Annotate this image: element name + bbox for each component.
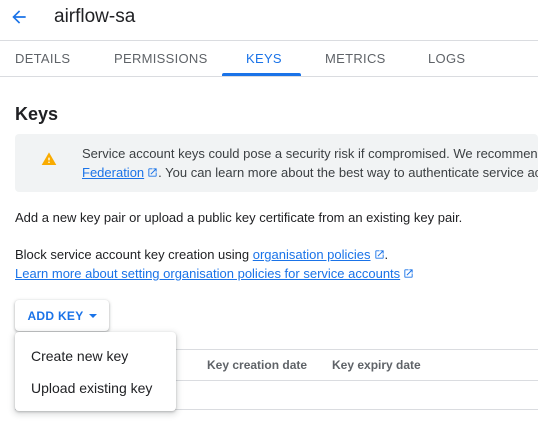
- active-tab-indicator: [222, 73, 301, 76]
- page-title: airflow-sa: [54, 6, 136, 27]
- add-key-menu: Create new key Upload existing key: [15, 332, 176, 411]
- add-key-label: ADD KEY: [27, 308, 84, 323]
- column-header-key-creation-date[interactable]: Key creation date: [207, 358, 307, 372]
- arrow-back-icon: [12, 10, 26, 24]
- warning-text-line2: Federation . You can learn more about the…: [82, 165, 538, 180]
- dropdown-arrow-icon: [88, 313, 97, 318]
- menu-item-upload-existing-key[interactable]: Upload existing key: [15, 372, 176, 404]
- column-header-key-expiry-date[interactable]: Key expiry date: [332, 358, 421, 372]
- organisation-policies-link[interactable]: organisation policies: [253, 247, 371, 262]
- learn-more-link[interactable]: Learn more about setting organisation po…: [15, 266, 400, 281]
- tab-keys[interactable]: KEYS: [246, 41, 282, 77]
- warning-text-line2-rest: . You can learn more about the best way …: [158, 165, 538, 180]
- tab-details[interactable]: DETAILS: [15, 41, 70, 77]
- add-key-button[interactable]: ADD KEY: [15, 300, 109, 331]
- tab-metrics[interactable]: METRICS: [325, 41, 386, 77]
- policy-prefix: Block service account key creation using: [15, 247, 253, 262]
- back-button[interactable]: [8, 6, 30, 28]
- external-link-icon: [374, 250, 384, 259]
- federation-link[interactable]: Federation: [82, 165, 144, 180]
- menu-item-create-new-key[interactable]: Create new key: [15, 340, 176, 372]
- policy-suffix: .: [384, 247, 389, 262]
- learn-more-line: Learn more about setting organisation po…: [15, 266, 414, 281]
- intro-text: Add a new key pair or upload a public ke…: [15, 210, 463, 225]
- tab-permissions[interactable]: PERMISSIONS: [114, 41, 208, 77]
- policy-text: Block service account key creation using…: [15, 247, 388, 262]
- warning-icon: [41, 152, 57, 165]
- warning-text-line1: Service account keys could pose a securi…: [82, 146, 538, 161]
- tabs-divider: [0, 76, 538, 77]
- warning-banner: [15, 134, 538, 192]
- external-link-icon: [148, 168, 157, 177]
- external-link-icon: [404, 269, 413, 278]
- tab-logs[interactable]: LOGS: [428, 41, 465, 77]
- section-title: Keys: [15, 104, 59, 124]
